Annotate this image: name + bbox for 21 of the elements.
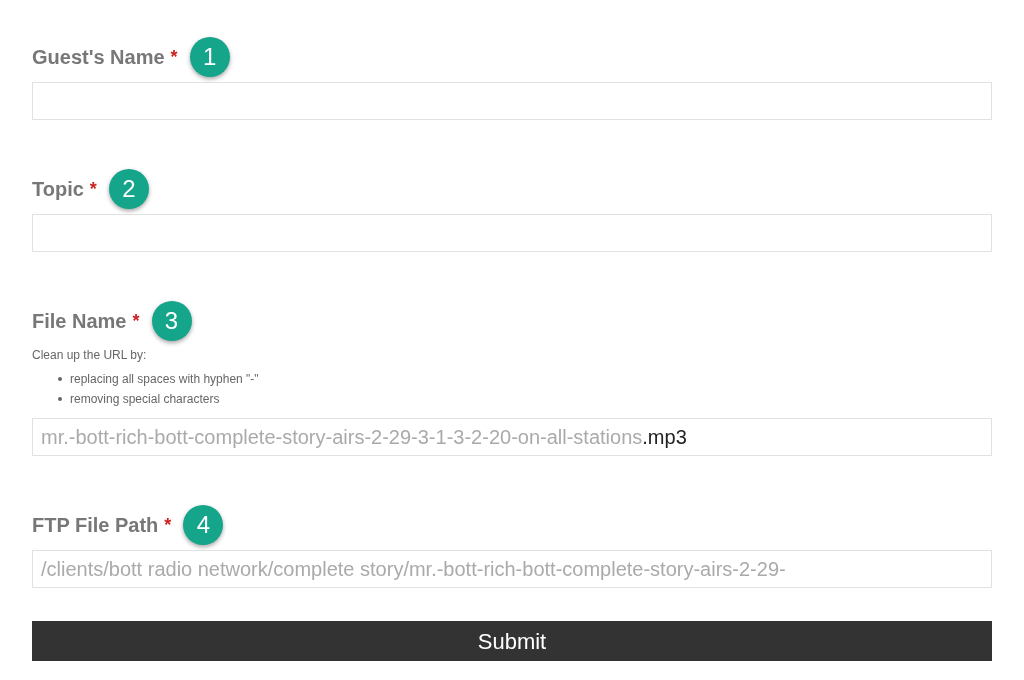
help-bullet: removing special characters [70, 391, 220, 408]
step-badge: 3 [151, 301, 192, 341]
field-label: File Name [32, 309, 127, 334]
step-badge: 1 [189, 37, 230, 77]
step-badge: 4 [183, 505, 224, 545]
required-asterisk: * [170, 45, 178, 69]
help-bullet: replacing all spaces with hyphen "-" [70, 371, 259, 388]
required-asterisk: * [164, 513, 172, 537]
bullet-icon [58, 397, 62, 401]
input-field[interactable] [32, 214, 992, 252]
required-asterisk: * [89, 177, 97, 201]
input-field[interactable] [32, 82, 992, 120]
step-badge: 2 [108, 169, 149, 209]
field-label: Guest's Name [32, 45, 165, 70]
bullet-icon [58, 377, 62, 381]
field-label: FTP File Path [32, 513, 159, 538]
field-label: Topic [32, 177, 84, 202]
submit-button[interactable]: Submit [32, 621, 992, 661]
input-field[interactable]: mr.-bott-rich-bott-complete-story-airs-2-29-3-1-3-2-20-on-all-stations.mp3 [32, 418, 992, 456]
required-asterisk: * [132, 309, 140, 333]
help-text: Clean up the URL by: [32, 347, 148, 364]
